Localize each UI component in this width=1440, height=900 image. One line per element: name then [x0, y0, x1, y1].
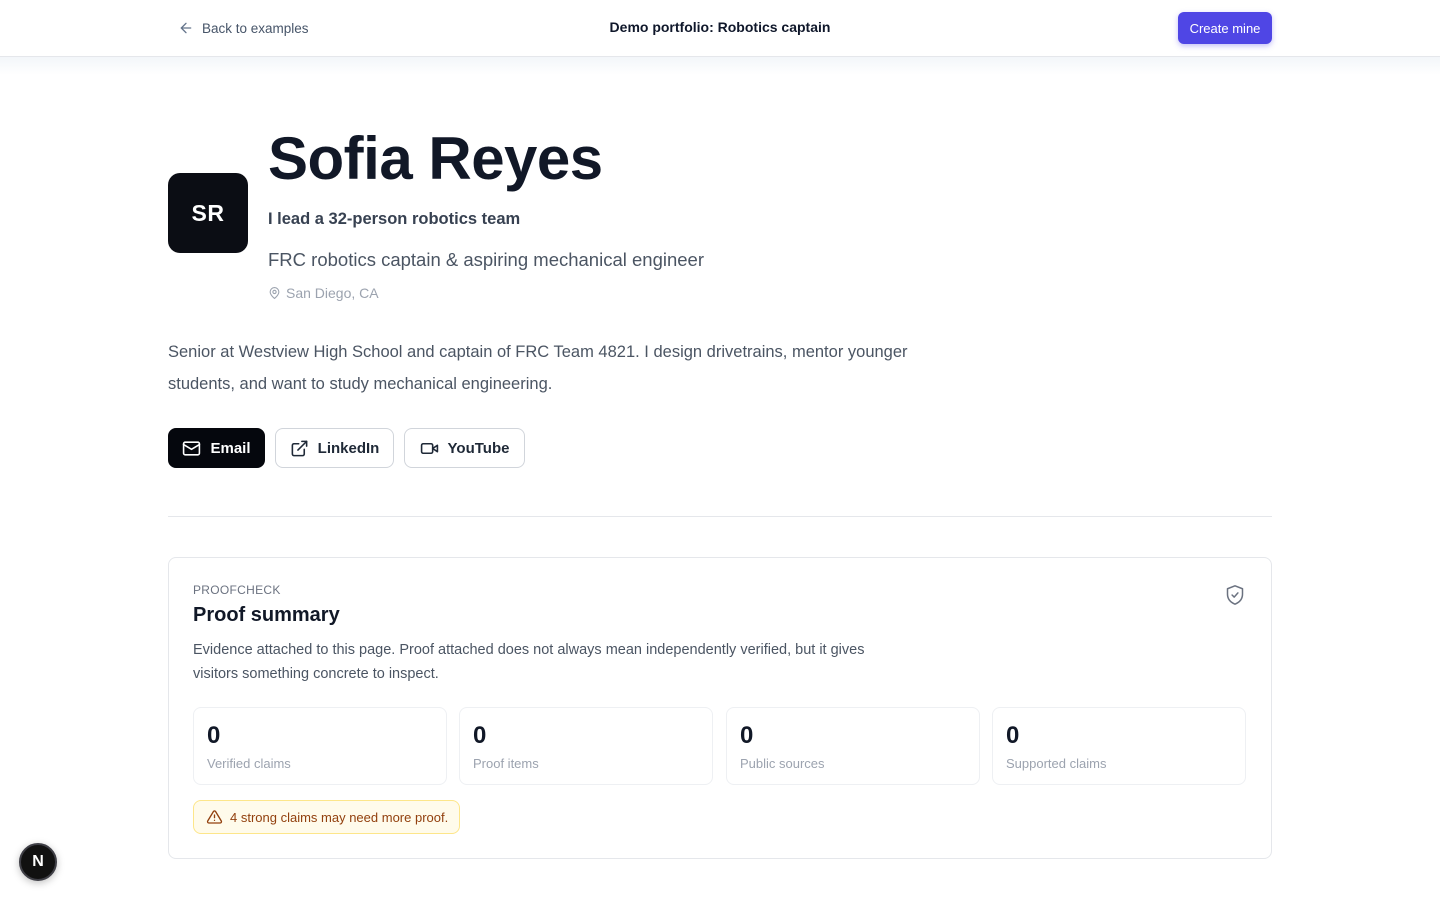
- proof-warning-banner: 4 strong claims may need more proof.: [193, 800, 460, 834]
- card-eyebrow: PROOFCHECK: [193, 583, 281, 597]
- stat-value: 0: [740, 722, 754, 749]
- stat-card-public-sources: 0 Public sources: [726, 707, 980, 785]
- youtube-button-label: YouTube: [447, 439, 510, 457]
- section-divider: [168, 516, 1272, 517]
- create-mine-button[interactable]: Create mine: [1178, 12, 1272, 44]
- stat-label: Proof items: [473, 756, 539, 771]
- stat-label: Public sources: [740, 756, 825, 771]
- top-bar: Back to examples Demo portfolio: Robotic…: [0, 0, 1440, 57]
- stat-card-proof-items: 0 Proof items: [459, 707, 713, 785]
- avatar: SR: [168, 173, 248, 253]
- stat-label: Supported claims: [1006, 756, 1107, 771]
- linkedin-button-label: LinkedIn: [317, 439, 380, 457]
- profile-tagline: I lead a 32-person robotics team: [268, 210, 521, 228]
- map-pin-icon: [269, 287, 280, 299]
- stat-card-supported-claims: 0 Supported claims: [992, 707, 1246, 785]
- video-icon: [420, 442, 438, 454]
- profile-bio: Senior at Westview High School and capta…: [168, 343, 908, 393]
- stat-value: 0: [1006, 722, 1020, 749]
- profile-headline: FRC robotics captain & aspiring mechanic…: [268, 249, 704, 270]
- email-button-label: Email: [210, 439, 251, 457]
- youtube-button[interactable]: YouTube: [404, 428, 525, 468]
- stat-card-verified-claims: 0 Verified claims: [193, 707, 447, 785]
- topbar-shadow: [0, 57, 1440, 75]
- external-link-icon: [291, 440, 308, 456]
- stat-label: Verified claims: [207, 756, 291, 771]
- alert-triangle-icon: [206, 810, 223, 824]
- warning-text: 4 strong claims may need more proof.: [230, 809, 449, 825]
- stat-value: 0: [473, 722, 487, 749]
- location-label: San Diego, CA: [286, 285, 379, 301]
- card-description: Evidence attached to this page. Proof at…: [193, 642, 865, 682]
- profile-location: San Diego, CA: [268, 285, 379, 301]
- card-title: Proof summary: [193, 604, 340, 626]
- mail-icon: [183, 440, 201, 456]
- stat-value: 0: [207, 722, 221, 749]
- profile-name: Sofia Reyes: [268, 125, 603, 192]
- linkedin-button[interactable]: LinkedIn: [275, 428, 394, 468]
- floating-n-badge[interactable]: N: [19, 843, 57, 881]
- email-button[interactable]: Email: [168, 428, 265, 468]
- shield-check-icon: [1226, 585, 1244, 605]
- proof-summary-card: PROOFCHECK Proof summary Evidence attach…: [168, 557, 1272, 859]
